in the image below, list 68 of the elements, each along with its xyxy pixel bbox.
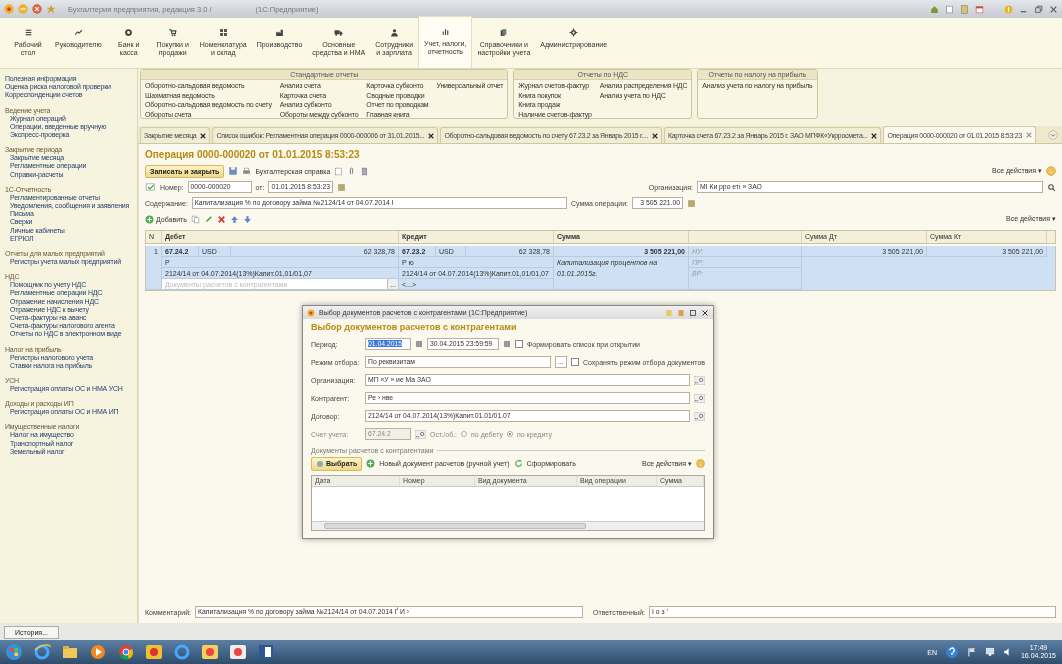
restore-icon[interactable] <box>1034 4 1043 14</box>
books-icon <box>499 28 509 37</box>
posted-document-icon <box>145 182 156 192</box>
browser-icon[interactable] <box>172 643 192 661</box>
media-player-icon[interactable] <box>88 643 108 661</box>
calendar-icon[interactable] <box>337 182 346 192</box>
close-icon[interactable] <box>428 132 435 139</box>
tab-menu-icon[interactable] <box>1048 130 1058 140</box>
home-icon[interactable] <box>930 4 939 14</box>
close-icon[interactable] <box>701 308 709 317</box>
close-icon[interactable] <box>871 132 878 139</box>
checkbox[interactable] <box>515 340 523 348</box>
app-logo-icon[interactable] <box>228 643 248 661</box>
app-logo-icon[interactable] <box>4 4 14 14</box>
person-icon <box>389 28 399 37</box>
network-icon[interactable] <box>984 647 995 657</box>
truck-icon <box>334 28 344 37</box>
document-title: Операция 0000-000020 от 01.01.2015 8:53:23 <box>145 149 361 160</box>
arrow-up-icon[interactable] <box>229 214 239 224</box>
plus-icon <box>145 214 154 224</box>
coin-icon <box>124 28 134 37</box>
save-icon[interactable] <box>228 166 239 176</box>
document-icon[interactable] <box>945 4 954 14</box>
calendar-icon[interactable] <box>415 340 423 348</box>
select-search-icon[interactable] <box>694 375 705 385</box>
word-icon[interactable] <box>256 643 276 661</box>
grid-icon <box>218 28 228 37</box>
calendar-icon[interactable] <box>975 4 984 14</box>
close-icon[interactable] <box>651 132 658 139</box>
bar-chart-icon <box>440 27 450 36</box>
browser-icon[interactable] <box>32 643 52 661</box>
calculator-icon[interactable] <box>960 4 969 14</box>
refresh-icon[interactable] <box>513 459 523 468</box>
list-icon[interactable] <box>360 166 370 176</box>
plus-icon[interactable] <box>366 459 376 468</box>
cart-icon <box>168 28 178 37</box>
help-icon[interactable] <box>944 645 959 659</box>
delete-icon[interactable] <box>216 214 226 224</box>
start-icon[interactable] <box>4 643 24 661</box>
dialog-heading: Выбор документов расчетов с контрагентами <box>311 322 518 332</box>
table-row[interactable] <box>145 246 1056 291</box>
calculator-icon[interactable] <box>687 198 696 208</box>
app-logo-icon[interactable] <box>200 643 220 661</box>
horizontal-scrollbar[interactable] <box>312 521 704 530</box>
close-icon[interactable] <box>200 132 207 139</box>
app-logo-icon[interactable] <box>144 643 164 661</box>
arrow-down-icon[interactable] <box>242 214 252 224</box>
list-icon <box>23 28 33 37</box>
calendar-icon[interactable] <box>677 308 685 317</box>
star-icon[interactable] <box>46 4 56 14</box>
copy-icon[interactable] <box>190 214 200 224</box>
document-icon[interactable] <box>334 166 344 176</box>
search-icon[interactable] <box>1047 182 1056 192</box>
info-icon[interactable] <box>1004 4 1013 14</box>
printer-icon[interactable] <box>242 166 252 176</box>
factory-icon <box>275 28 284 37</box>
app-logo-icon <box>307 308 315 317</box>
chrome-icon[interactable] <box>116 643 136 661</box>
pencil-icon[interactable] <box>203 214 213 224</box>
restore-icon[interactable] <box>689 308 697 317</box>
calendar-icon[interactable] <box>503 340 511 348</box>
gear-icon <box>569 28 579 37</box>
trend-icon <box>73 28 83 37</box>
select-search-icon[interactable] <box>694 393 705 403</box>
folder-icon[interactable] <box>60 643 80 661</box>
flag-icon[interactable] <box>966 647 977 657</box>
checkbox[interactable] <box>570 358 579 366</box>
select-search-icon[interactable] <box>694 411 705 421</box>
